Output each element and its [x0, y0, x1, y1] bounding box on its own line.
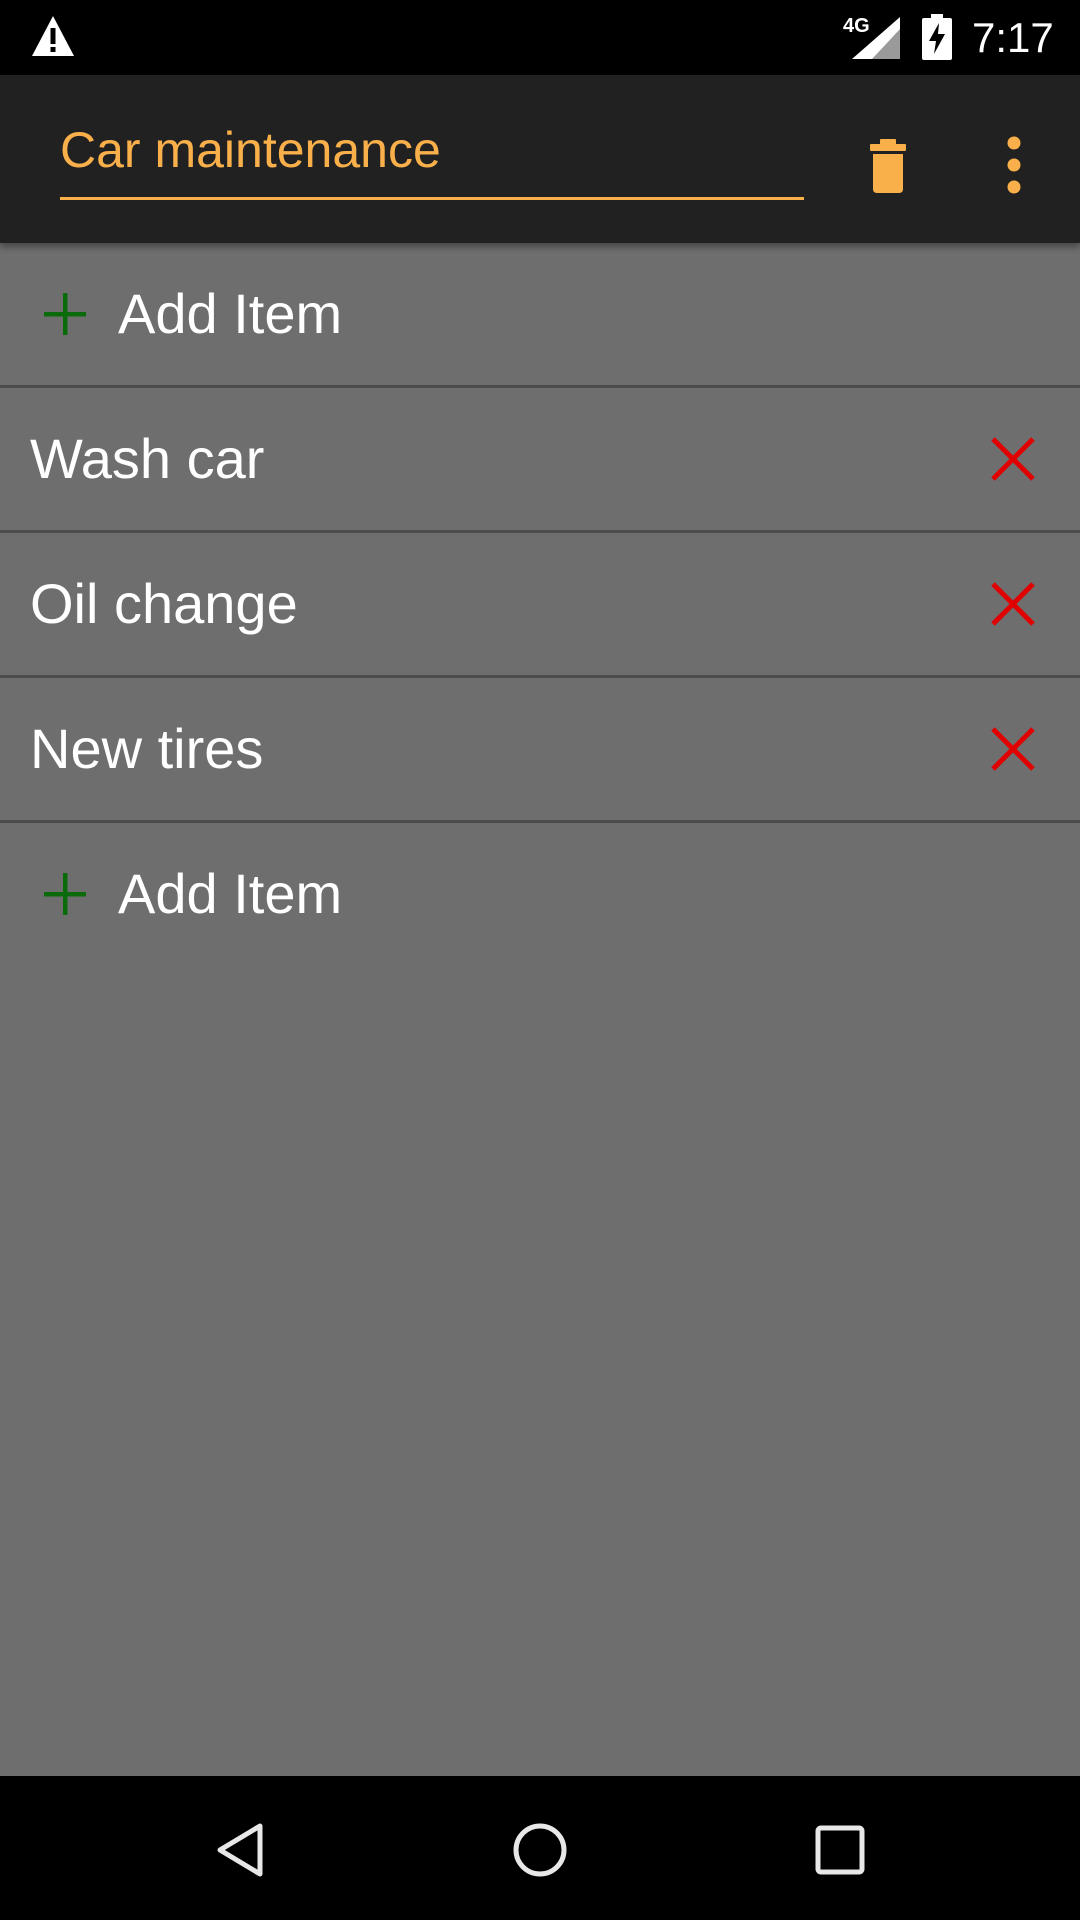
clock: 7:17 — [972, 14, 1054, 61]
recents-icon[interactable] — [810, 1820, 870, 1880]
add-item-label: Add Item — [118, 282, 343, 345]
navigation-bar — [0, 1776, 1080, 1920]
list-title-input[interactable] — [60, 125, 804, 175]
add-item-label: Add Item — [118, 862, 343, 925]
checklist: Add Item Wash car Oil change New tires A… — [0, 243, 1080, 965]
title-underline — [60, 197, 804, 200]
delete-icon[interactable] — [990, 581, 1036, 627]
list-item[interactable]: Oil change — [0, 533, 1080, 678]
home-icon[interactable] — [510, 1820, 570, 1880]
signal-icon — [852, 17, 900, 59]
status-bar: 4G 7:17 — [0, 0, 1080, 75]
list-item[interactable]: New tires — [0, 678, 1080, 823]
list-item[interactable]: Wash car — [0, 388, 1080, 533]
trash-icon[interactable] — [864, 135, 912, 195]
item-label: Oil change — [30, 572, 298, 635]
add-item-top-button[interactable]: Add Item — [0, 243, 1080, 388]
back-icon[interactable] — [210, 1820, 270, 1880]
plus-icon — [44, 293, 86, 335]
warning-icon — [32, 16, 74, 56]
item-label: New tires — [30, 717, 264, 780]
delete-icon[interactable] — [990, 726, 1036, 772]
plus-icon — [44, 873, 86, 915]
app-toolbar — [0, 75, 1080, 243]
battery-charging-icon — [922, 14, 952, 60]
delete-icon[interactable] — [990, 436, 1036, 482]
item-label: Wash car — [30, 427, 265, 490]
add-item-bottom-button[interactable]: Add Item — [0, 823, 1080, 965]
more-vert-icon[interactable] — [990, 131, 1038, 199]
